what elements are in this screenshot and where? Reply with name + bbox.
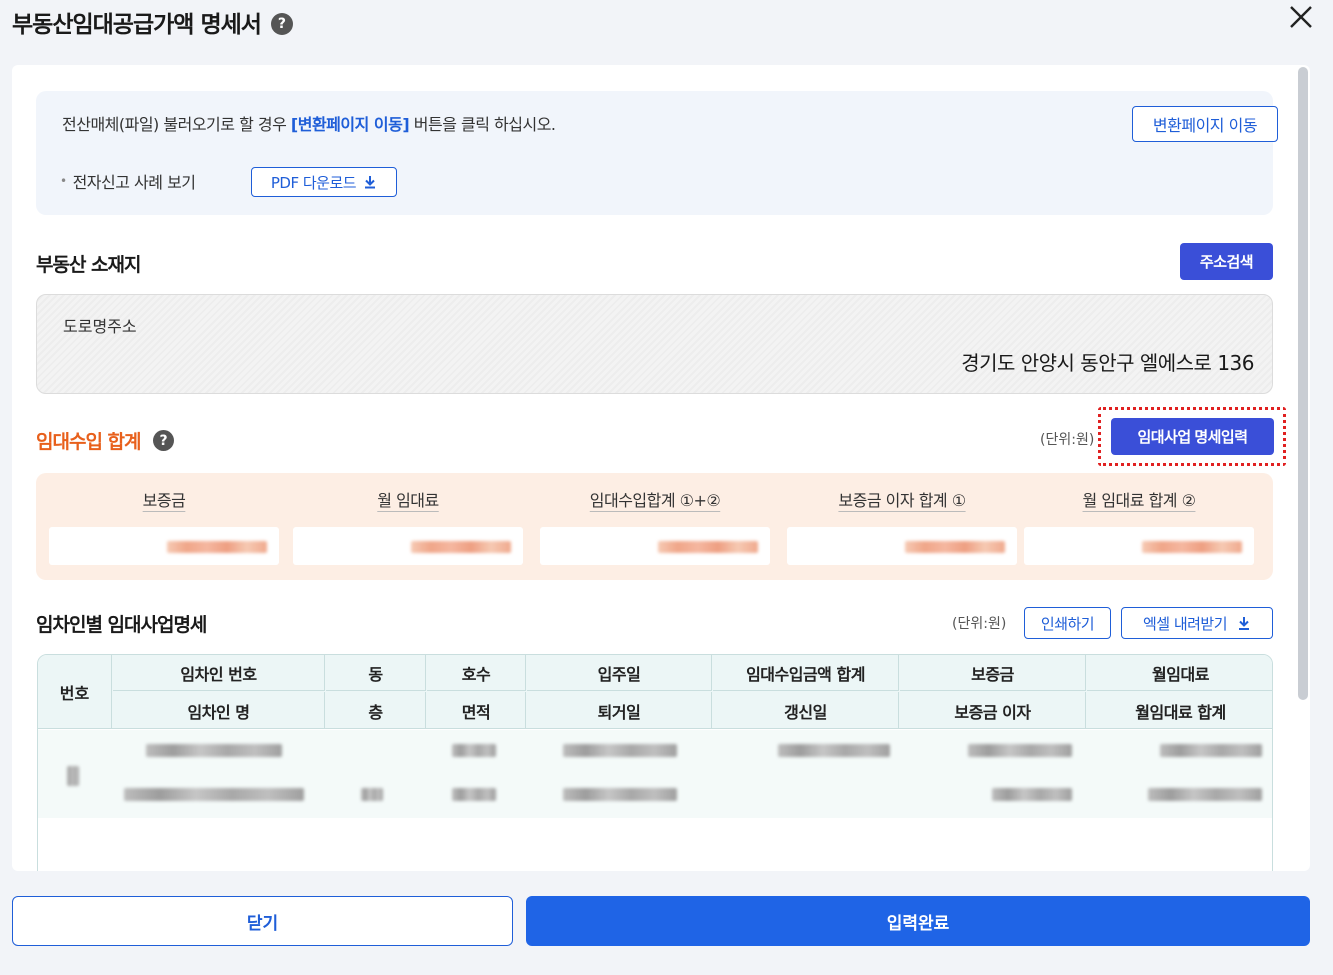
excel-download-button[interactable]: 엑셀 내려받기 [1121, 607, 1273, 639]
location-title: 부동산 소재지 [36, 254, 141, 276]
submit-button[interactable]: 입력완료 [526, 896, 1310, 946]
excel-download-label: 엑셀 내려받기 [1142, 614, 1228, 633]
header-income-total: 임대수입금액 합계 [713, 655, 899, 691]
masked-cell [124, 788, 304, 801]
summary-field [293, 527, 523, 565]
masked-cell [1148, 788, 1262, 801]
tenant-unit: (단위:원) [952, 616, 1007, 632]
header-area: 면적 [427, 692, 526, 729]
income-summary: 보증금 월 임대료 임대수입합계 ①+② 보증금 이자 합계 ① 월 임대료 합… [36, 473, 1273, 580]
page-title: 부동산임대공급가액 명세서 [12, 12, 262, 38]
masked-value [1142, 541, 1242, 553]
masked-value [411, 541, 511, 553]
summary-monthly-rent: 월 임대료 [293, 487, 523, 567]
lease-detail-input-button[interactable]: 임대사업 명세입력 [1111, 418, 1274, 455]
masked-cell [778, 744, 890, 757]
header-tenant-number: 임차인 번호 [113, 655, 325, 691]
masked-value [167, 541, 267, 553]
summary-deposit-interest: 보증금 이자 합계 ① [787, 487, 1017, 567]
example-label: 전자신고 사례 보기 [72, 173, 196, 192]
masked-cell [563, 744, 677, 757]
header-floor: 층 [326, 692, 426, 729]
info-text-after: 버튼을 클릭 하십시오. [409, 115, 556, 134]
close-icon [1290, 6, 1312, 28]
masked-value [905, 541, 1005, 553]
header-deposit: 보증금 [900, 655, 1086, 691]
info-text: 전산매체(파일) 불러오기로 할 경우 [변환페이지 이동] 버튼을 클릭 하십… [62, 111, 556, 135]
road-address-label: 도로명주소 [63, 317, 137, 336]
table-row[interactable] [38, 730, 1272, 818]
convert-page-button[interactable]: 변환페이지 이동 [1132, 106, 1278, 142]
header-move-out: 퇴거일 [527, 692, 712, 729]
summary-label: 월 임대료 합계 ② [1082, 491, 1196, 510]
example-row: • 전자신고 사례 보기 [60, 169, 196, 193]
header-renewal: 갱신일 [713, 692, 899, 729]
header-monthly-rent: 월임대료 [1087, 655, 1272, 691]
summary-label: 보증금 [142, 491, 186, 510]
summary-field [1024, 527, 1254, 565]
table-header: 번호 임차인 번호 동 호수 입주일 임대수입금액 합계 보증금 월임대료 임차… [38, 655, 1272, 729]
lease-button-highlight: 임대사업 명세입력 [1098, 407, 1286, 466]
header-number: 번호 [38, 655, 112, 729]
summary-label: 월 임대료 [377, 491, 439, 510]
summary-deposit: 보증금 [49, 487, 279, 567]
income-title-text: 임대수입 합계 [36, 431, 141, 453]
pdf-download-label: PDF 다운로드 [270, 173, 357, 192]
main-panel: 전산매체(파일) 불러오기로 할 경우 [변환페이지 이동] 버튼을 클릭 하십… [12, 65, 1310, 871]
masked-cell [452, 744, 496, 757]
info-box: 전산매체(파일) 불러오기로 할 경우 [변환페이지 이동] 버튼을 클릭 하십… [36, 91, 1278, 215]
bullet-icon: • [60, 174, 67, 188]
download-icon [365, 176, 376, 189]
summary-income-total: 임대수입합계 ①+② [540, 487, 770, 567]
address-box: 도로명주소 경기도 안양시 동안구 엘에스로 136 [36, 294, 1273, 394]
info-text-highlight: [변환페이지 이동] [290, 115, 410, 134]
close-footer-button[interactable]: 닫기 [12, 896, 513, 946]
tenant-title: 임차인별 임대사업명세 [36, 614, 207, 636]
tenant-table: 번호 임차인 번호 동 호수 입주일 임대수입금액 합계 보증금 월임대료 임차… [37, 654, 1273, 871]
income-title: 임대수입 합계 ? [36, 427, 174, 454]
summary-field [787, 527, 1017, 565]
masked-cell [146, 744, 282, 757]
masked-cell [361, 788, 383, 801]
masked-cell [452, 788, 496, 801]
pdf-download-button[interactable]: PDF 다운로드 [251, 167, 397, 197]
income-unit: (단위:원) [1040, 432, 1095, 448]
summary-field [49, 527, 279, 565]
summary-label: 보증금 이자 합계 ① [838, 491, 966, 510]
header-tenant-name: 임차인 명 [113, 692, 325, 729]
address-search-button[interactable]: 주소검색 [1180, 243, 1273, 280]
road-address-value: 경기도 안양시 동안구 엘에스로 136 [961, 351, 1254, 375]
header-move-in: 입주일 [527, 655, 712, 691]
masked-cell [968, 744, 1072, 757]
masked-cell [992, 788, 1072, 801]
header-building: 동 [326, 655, 426, 691]
summary-monthly-total: 월 임대료 합계 ② [1024, 487, 1254, 567]
header-deposit-interest: 보증금 이자 [900, 692, 1086, 729]
masked-cell [1160, 744, 1262, 757]
help-icon[interactable]: ? [270, 13, 293, 35]
title-bar: 부동산임대공급가액 명세서 ? [12, 2, 293, 42]
header-monthly-total: 월임대료 합계 [1135, 702, 1226, 722]
summary-label: 임대수입합계 ①+② [589, 491, 721, 510]
masked-value [658, 541, 758, 553]
masked-cell [67, 766, 79, 786]
scrollbar[interactable] [1298, 67, 1308, 700]
header-unit-no: 호수 [427, 655, 526, 691]
close-button[interactable] [1283, 0, 1319, 34]
summary-field [540, 527, 770, 565]
print-button[interactable]: 인쇄하기 [1024, 607, 1111, 639]
income-help-icon[interactable]: ? [152, 430, 174, 451]
masked-cell [563, 788, 677, 801]
info-text-before: 전산매체(파일) 불러오기로 할 경우 [62, 115, 291, 134]
download-icon [1239, 616, 1250, 630]
